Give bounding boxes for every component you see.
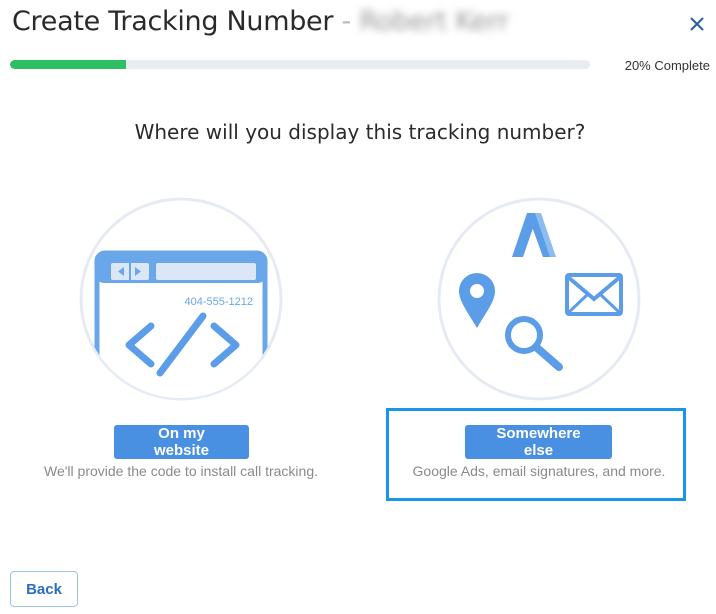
title-separator: - bbox=[341, 6, 351, 37]
illustration-phone-number: 404-555-1212 bbox=[184, 296, 253, 308]
question-heading: Where will you display this tracking num… bbox=[134, 120, 586, 144]
website-illustration: 404-555-1212 bbox=[79, 197, 283, 401]
progress-bar bbox=[10, 60, 590, 69]
on-my-website-description: We'll provide the code to install call t… bbox=[44, 463, 318, 479]
on-my-website-button[interactable]: On my website bbox=[114, 425, 249, 459]
progress-label: 20% Complete bbox=[624, 58, 710, 73]
progress-fill bbox=[10, 60, 126, 69]
somewhere-else-button[interactable]: Somewhere else bbox=[465, 425, 612, 459]
close-icon[interactable] bbox=[686, 13, 708, 35]
account-name: Robert Kerr bbox=[359, 6, 509, 37]
dialog-title: Create Tracking Number - Robert Kerr bbox=[12, 6, 509, 37]
title-text: Create Tracking Number bbox=[12, 6, 334, 37]
somewhere-else-description: Google Ads, email signatures, and more. bbox=[412, 463, 666, 479]
envelope-icon bbox=[565, 273, 623, 316]
back-button[interactable]: Back bbox=[10, 571, 78, 607]
other-channels-illustration bbox=[437, 197, 641, 401]
